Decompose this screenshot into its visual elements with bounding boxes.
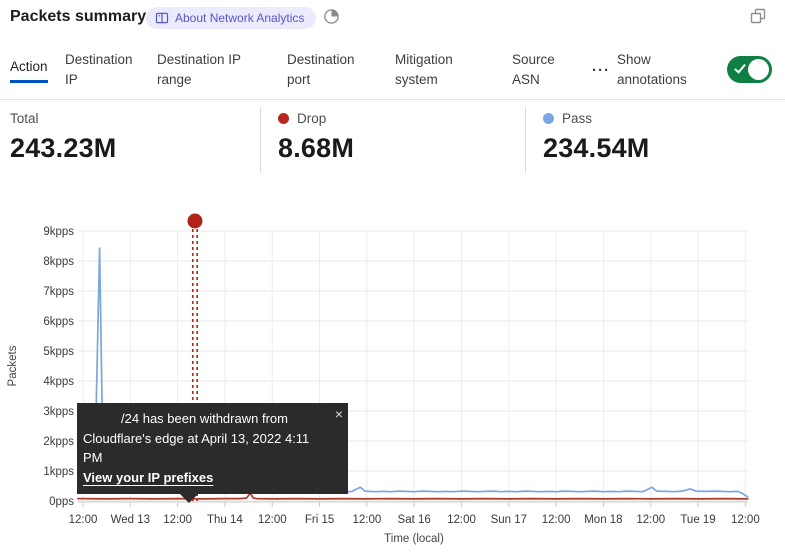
x-tick-label: 12:00 xyxy=(352,514,381,526)
y-tick-label: 2kpps xyxy=(43,436,74,448)
y-tick-label: 0pps xyxy=(49,496,74,508)
x-tick-label: 12:00 xyxy=(542,514,571,526)
y-tick-label: 6kpps xyxy=(43,316,74,328)
tab-destination-ip-range[interactable]: Destination IP range xyxy=(157,46,253,94)
series-line-drop xyxy=(78,493,748,499)
packets-time-series-chart: 0pps 1kpps 2kpps 3kpps 4kpps 5kpps 6kpps 7kpps 8… xyxy=(0,205,785,555)
y-tick-label: 3kpps xyxy=(43,406,74,418)
stat-drop-value: 8.68M xyxy=(278,133,354,164)
x-tick-label: 12:00 xyxy=(69,514,98,526)
packets-summary-panel: Packets summary About Network Analytics xyxy=(0,0,785,555)
dimension-tabs: Action Destination IP Destination IP ran… xyxy=(0,44,785,100)
tooltip-text-line2: Cloudflare's edge at April 13, 2022 4:11… xyxy=(83,429,326,468)
stat-pass: Pass 234.54M xyxy=(543,110,649,164)
x-tick-label: Thu 14 xyxy=(207,514,243,526)
toggle-knob xyxy=(748,59,769,80)
view-ip-prefixes-link[interactable]: View your IP prefixes xyxy=(83,468,213,488)
tooltip-text-line1: /24 has been withdrawn from xyxy=(83,409,326,429)
more-tabs-icon[interactable]: ··· xyxy=(592,46,610,94)
tab-destination-port[interactable]: Destination port xyxy=(287,46,369,94)
tab-mitigation-system[interactable]: Mitigation system xyxy=(395,46,477,94)
stat-pass-label: Pass xyxy=(562,111,592,126)
show-annotations-label: Show annotations xyxy=(617,46,707,94)
y-tick-label: 9kpps xyxy=(43,226,74,238)
annotation-marker-dot[interactable] xyxy=(187,214,202,229)
show-annotations-toggle[interactable] xyxy=(727,56,772,83)
stat-pass-value: 234.54M xyxy=(543,133,649,164)
x-tick-label: Fri 15 xyxy=(305,514,334,526)
tab-source-asn[interactable]: Source ASN xyxy=(512,46,568,94)
annotation-tooltip: /24 has been withdrawn from Cloudflare's… xyxy=(77,403,348,494)
stat-total-value: 243.23M xyxy=(10,133,116,164)
x-tick-label: Tue 19 xyxy=(680,514,715,526)
y-tick-label: 8kpps xyxy=(43,256,74,268)
stat-drop: Drop 8.68M xyxy=(278,110,354,164)
x-tick-label: 12:00 xyxy=(636,514,665,526)
stat-total: Total 243.23M xyxy=(10,110,116,164)
tooltip-pointer xyxy=(180,494,198,503)
y-tick-label: 1kpps xyxy=(43,466,74,478)
x-tick-label: 12:00 xyxy=(163,514,192,526)
book-icon xyxy=(155,11,169,25)
data-freshness-pie-icon[interactable] xyxy=(323,8,340,25)
x-tick-label: Sat 16 xyxy=(398,514,431,526)
summary-stats: Total 243.23M Drop 8.68M Pass 234.54M xyxy=(0,101,785,179)
y-axis-title: Packets xyxy=(7,345,19,386)
close-icon[interactable]: × xyxy=(335,404,343,425)
x-tick-label: Mon 18 xyxy=(584,514,622,526)
pass-legend-dot xyxy=(543,113,554,124)
check-icon xyxy=(734,61,746,73)
x-tick-label: Wed 13 xyxy=(111,514,150,526)
panel-header: Packets summary About Network Analytics xyxy=(0,0,785,38)
x-axis-title: Time (local) xyxy=(384,533,444,545)
y-tick-label: 4kpps xyxy=(43,376,74,388)
x-tick-label: 12:00 xyxy=(731,514,760,526)
stat-divider xyxy=(525,107,526,173)
page-title: Packets summary xyxy=(10,8,146,26)
about-network-analytics-badge[interactable]: About Network Analytics xyxy=(146,7,316,29)
y-tick-label: 7kpps xyxy=(43,286,74,298)
stat-drop-label: Drop xyxy=(297,111,326,126)
stat-divider xyxy=(260,107,261,173)
drop-legend-dot xyxy=(278,113,289,124)
y-tick-label: 5kpps xyxy=(43,346,74,358)
popout-icon[interactable] xyxy=(749,7,767,25)
x-tick-label: Sun 17 xyxy=(491,514,527,526)
x-tick-label: 12:00 xyxy=(447,514,476,526)
tab-destination-ip[interactable]: Destination IP xyxy=(65,46,145,94)
stat-total-label: Total xyxy=(10,111,39,126)
chart-canvas: 0pps 1kpps 2kpps 3kpps 4kpps 5kpps 6kpps 7kpps 8… xyxy=(0,205,785,555)
x-tick-label: 12:00 xyxy=(258,514,287,526)
tab-action[interactable]: Action xyxy=(10,46,48,94)
about-badge-label: About Network Analytics xyxy=(175,11,304,25)
